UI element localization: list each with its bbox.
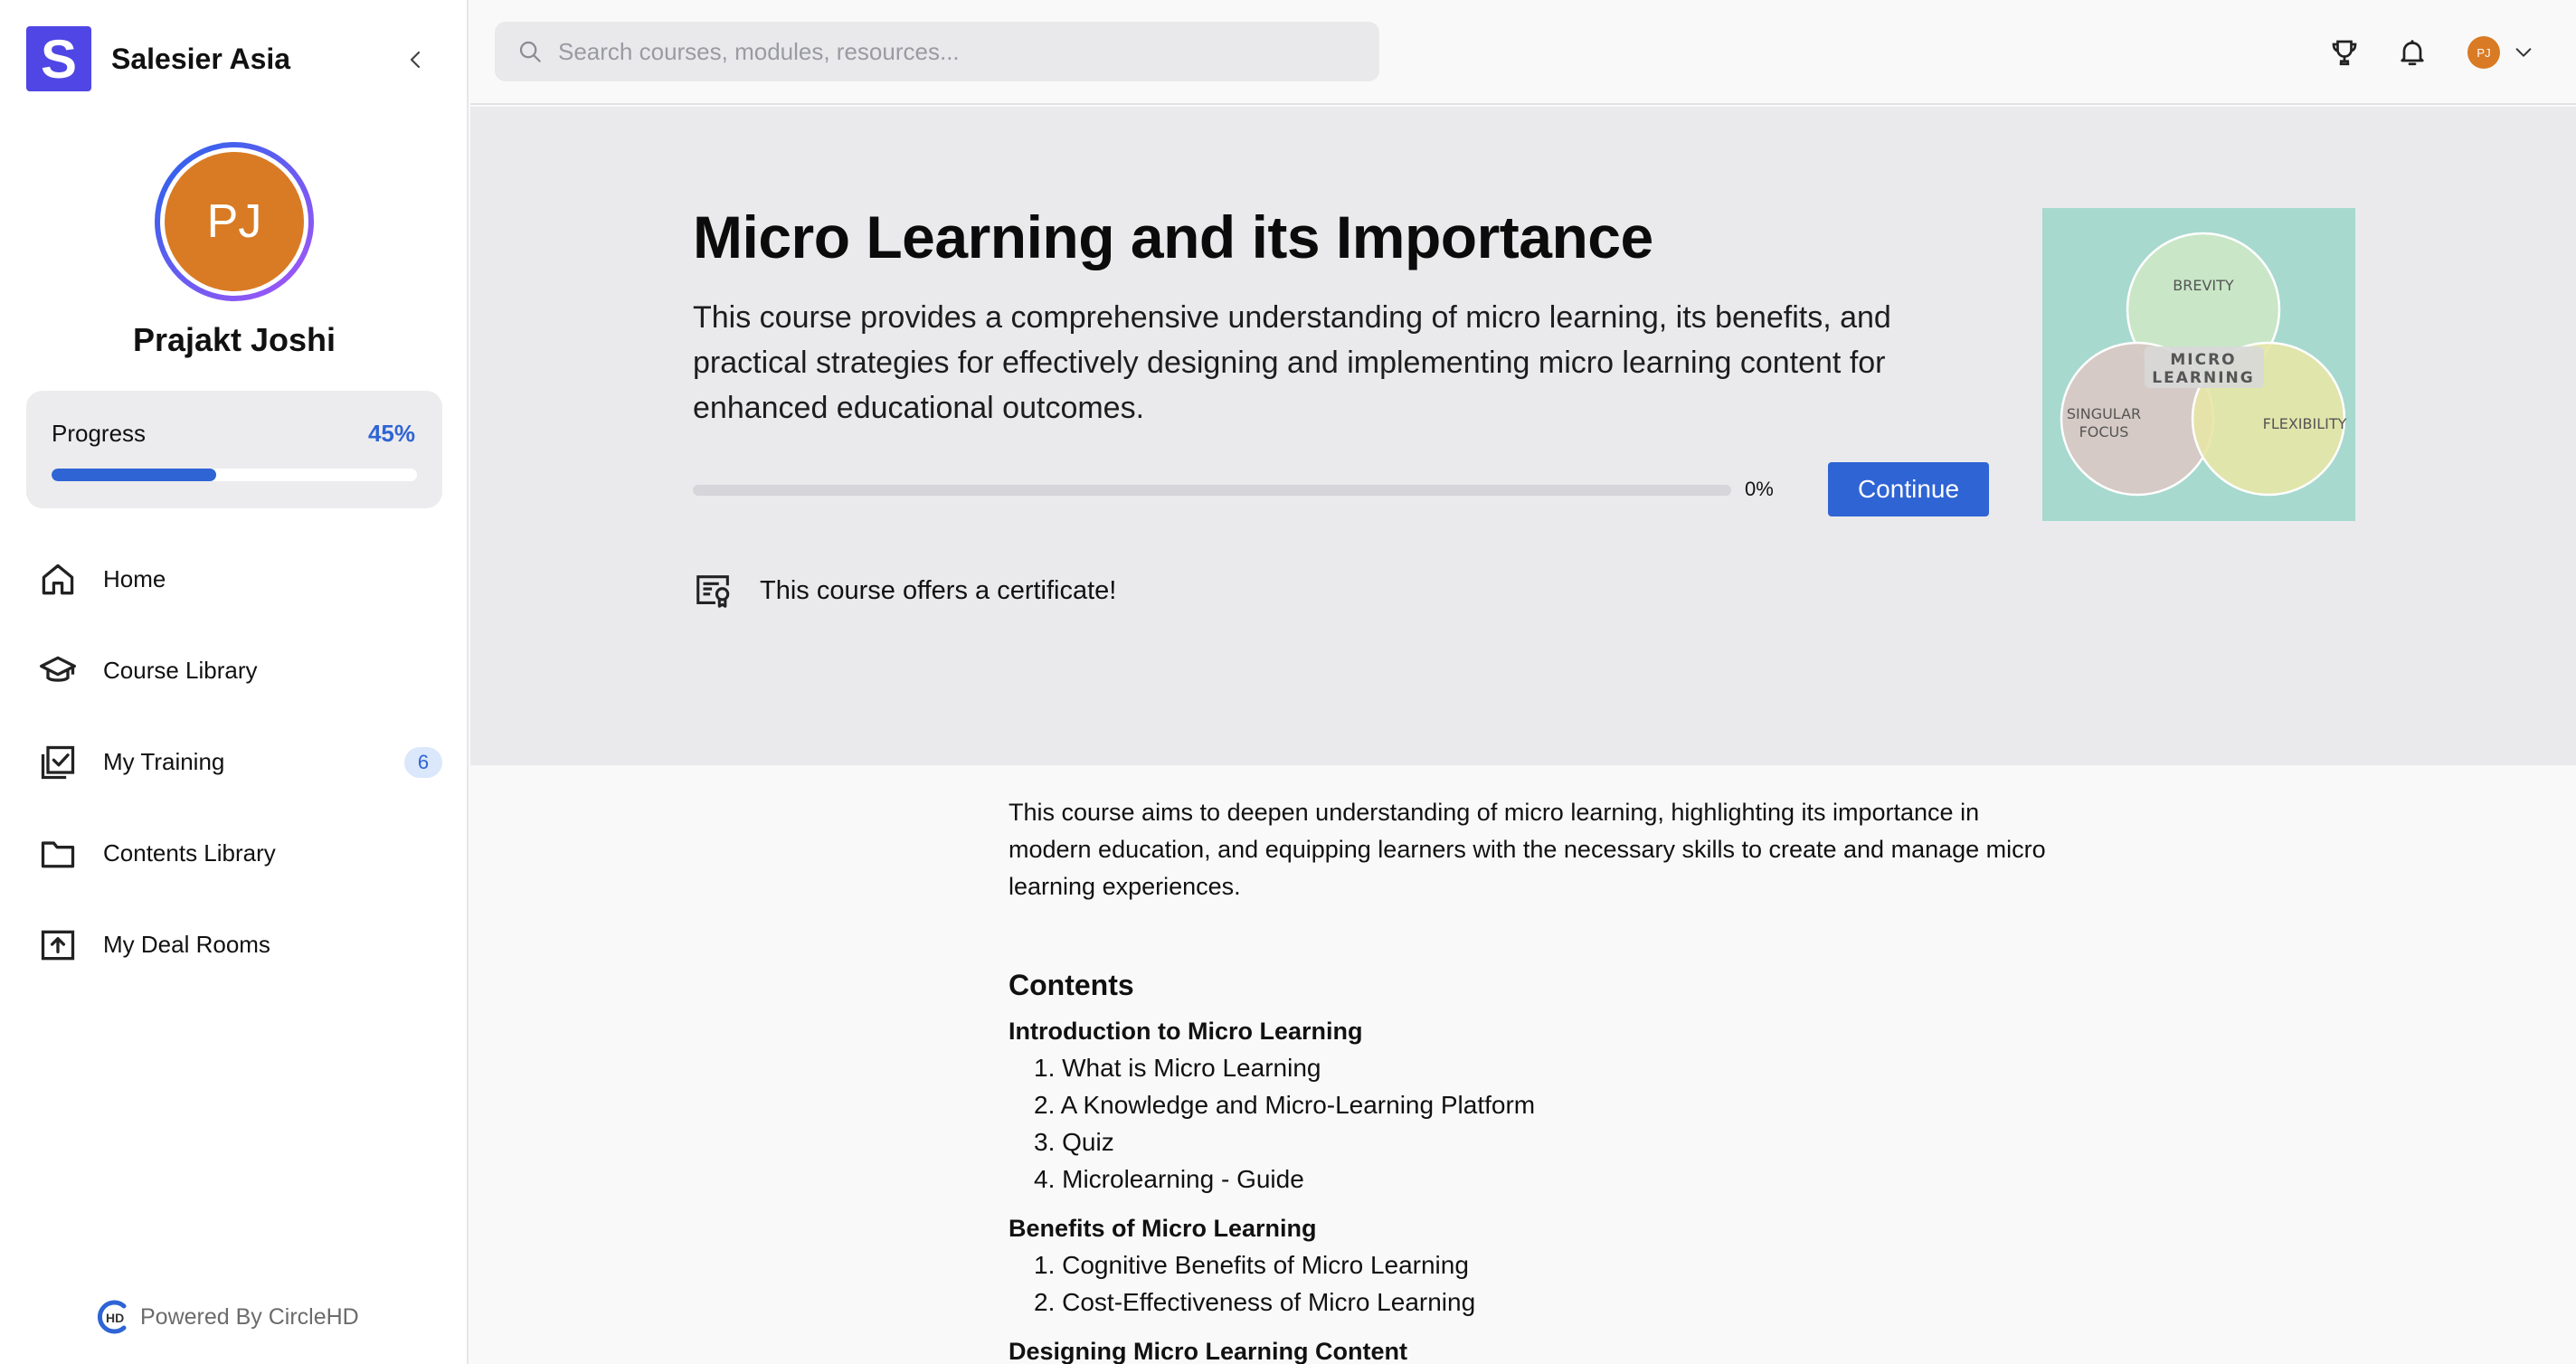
- progress-card: Progress 45%: [26, 391, 442, 508]
- circlehd-logo-icon: HD: [97, 1300, 127, 1334]
- brand[interactable]: S Salesier Asia: [26, 26, 290, 91]
- svg-text:HD: HD: [106, 1311, 124, 1325]
- module-item[interactable]: 2. Cost-Effectiveness of Micro Learning: [1034, 1283, 2058, 1321]
- trophy-icon: [2332, 40, 2357, 66]
- checklist-icon: [41, 745, 75, 779]
- folder-icon: [41, 840, 75, 867]
- venn-center-label-2: LEARNING: [2152, 369, 2254, 387]
- graduation-cap-icon: [40, 656, 76, 682]
- certificate-text: This course offers a certificate!: [760, 575, 1117, 605]
- sidebar-nav: Home Course Library My Training 6 Conten…: [0, 534, 469, 990]
- progress-bar-fill: [52, 469, 216, 481]
- course-section: Designing Micro Learning Content: [1009, 1333, 2058, 1364]
- chevron-down-icon: [2515, 48, 2532, 57]
- continue-button[interactable]: Continue: [1828, 462, 1989, 516]
- progress-label: Progress: [52, 420, 147, 447]
- module-item[interactable]: 1. Cognitive Benefits of Micro Learning: [1034, 1246, 2058, 1283]
- module-item[interactable]: 1. What is Micro Learning: [1034, 1049, 2058, 1086]
- sidebar-item-home[interactable]: Home: [0, 534, 469, 625]
- course-section: Benefits of Micro Learning 1. Cognitive …: [1009, 1210, 2058, 1321]
- course-cover-image: MICRO LEARNING BREVITY SINGULAR FOCUS FL…: [2042, 208, 2355, 521]
- module-item[interactable]: 2. A Knowledge and Micro-Learning Platfo…: [1034, 1086, 2058, 1123]
- certificate-icon: [696, 575, 730, 608]
- certificate-notice: This course offers a certificate!: [693, 570, 1116, 611]
- course-hero: Micro Learning and its Importance This c…: [470, 107, 2576, 765]
- course-description: This course provides a comprehensive und…: [693, 300, 1891, 425]
- sidebar-item-label: Contents Library: [103, 839, 276, 867]
- bell-icon: [2401, 40, 2424, 66]
- module-item[interactable]: 4. Microlearning - Guide: [1034, 1160, 2058, 1198]
- venn-right-label: FLEXIBILITY: [2263, 415, 2347, 432]
- search-icon: [519, 41, 541, 62]
- avatar: PJ: [165, 152, 304, 291]
- section-title[interactable]: Introduction to Micro Learning: [1009, 1013, 2058, 1049]
- course-details: This course aims to deepen understanding…: [1009, 794, 2058, 1364]
- collapse-sidebar-button[interactable]: [398, 42, 434, 78]
- top-bar: PJ: [470, 0, 2576, 105]
- contents-heading: Contents: [1009, 969, 1134, 1001]
- course-progress-percent: 0%: [1745, 478, 1774, 500]
- section-title[interactable]: Designing Micro Learning Content: [1009, 1333, 2058, 1364]
- chevron-left-icon: [410, 51, 421, 69]
- venn-top-label: BREVITY: [2173, 277, 2234, 294]
- module-list: 1. Cognitive Benefits of Micro Learning …: [1034, 1246, 2058, 1321]
- course-title: Micro Learning and its Importance: [693, 204, 1653, 270]
- sidebar-item-my-training[interactable]: My Training 6: [0, 716, 469, 808]
- home-icon: [42, 564, 74, 594]
- section-title[interactable]: Benefits of Micro Learning: [1009, 1210, 2058, 1246]
- brand-name: Salesier Asia: [111, 42, 291, 75]
- brand-logo: S: [26, 26, 91, 91]
- venn-left-label-1: SINGULAR: [2067, 405, 2141, 422]
- sidebar-item-label: Home: [103, 565, 166, 592]
- course-progress-bar: [693, 485, 1731, 496]
- my-training-count-badge: 6: [404, 746, 442, 778]
- sidebar-item-label: My Deal Rooms: [103, 931, 270, 958]
- upload-box-icon: [41, 930, 75, 960]
- powered-by[interactable]: HD Powered By CircleHD: [93, 1297, 359, 1337]
- sidebar-item-my-deal-rooms[interactable]: My Deal Rooms: [0, 899, 469, 990]
- course-section: Introduction to Micro Learning 1. What i…: [1009, 1013, 2058, 1198]
- notifications-button[interactable]: [2392, 33, 2432, 72]
- powered-by-text: Powered By CircleHD: [140, 1303, 359, 1330]
- sidebar: S Salesier Asia PJ Prajakt Joshi Progres…: [0, 0, 469, 1364]
- user-menu-toggle[interactable]: [2511, 40, 2536, 65]
- sidebar-item-label: My Training: [103, 748, 225, 775]
- sidebar-item-contents-library[interactable]: Contents Library: [0, 808, 469, 899]
- search-input[interactable]: [558, 37, 1354, 66]
- module-item[interactable]: 3. Quiz: [1034, 1123, 2058, 1160]
- progress-bar: [52, 469, 417, 481]
- module-list: 1. What is Micro Learning 2. A Knowledge…: [1034, 1049, 2058, 1198]
- user-name: Prajakt Joshi: [132, 321, 336, 358]
- sidebar-item-course-library[interactable]: Course Library: [0, 625, 469, 716]
- progress-value: 45%: [367, 420, 415, 447]
- profile-avatar-ring[interactable]: PJ: [155, 142, 314, 301]
- achievements-button[interactable]: [2325, 33, 2364, 72]
- search-bar[interactable]: [495, 22, 1379, 81]
- course-intro: This course aims to deepen understanding…: [1009, 799, 2046, 900]
- venn-center-label-1: MICRO: [2170, 351, 2236, 369]
- user-menu-avatar[interactable]: PJ: [2467, 36, 2500, 69]
- venn-left-label-2: FOCUS: [2079, 423, 2129, 440]
- sidebar-item-label: Course Library: [103, 657, 258, 684]
